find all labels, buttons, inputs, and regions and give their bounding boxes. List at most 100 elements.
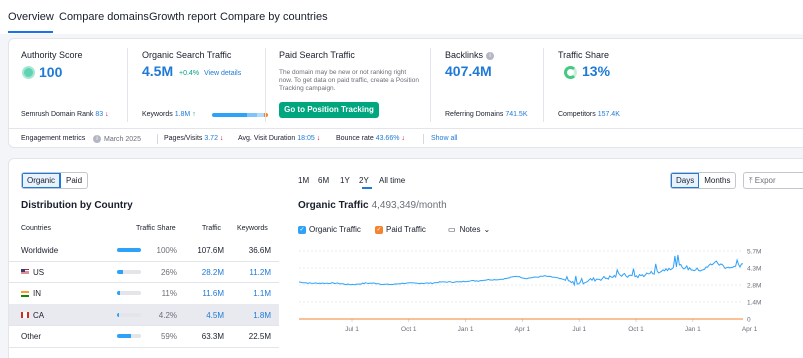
country-name[interactable]: IN (21, 289, 41, 298)
tab-compare-by-countries[interactable]: Compare by countries (220, 11, 328, 23)
view-details-link[interactable]: View details (204, 70, 241, 77)
traffic-value[interactable]: 11.6M (202, 289, 224, 298)
traffic-share-header[interactable]: Traffic Share (136, 225, 176, 232)
metrics-panel: Authority Score 100 Semrush Domain Rank … (8, 38, 803, 148)
paid-traffic-description: The domain may be new or not ranking rig… (279, 69, 419, 92)
divider (423, 134, 424, 144)
x-tick-label: Oct 1 (628, 326, 644, 333)
bounce-trend-icon: ↓ (401, 135, 405, 142)
show-all-link[interactable]: Show all (431, 135, 457, 142)
granularity-toggle: Days Months (670, 172, 737, 189)
tab-growth-report[interactable]: Growth report (149, 11, 216, 23)
traffic-value: 63.3M (201, 332, 224, 341)
info-icon: i (93, 135, 101, 143)
months-button[interactable]: Months (699, 173, 735, 188)
y-tick-label: 1.4M (747, 300, 761, 307)
bounce-rate: Bounce rate 43.66% ↓ (336, 135, 405, 142)
row-divider (9, 346, 279, 348)
days-button[interactable]: Days (671, 173, 700, 188)
engagement-date: i March 2025 (93, 135, 141, 143)
period-1m[interactable]: 1M (298, 176, 309, 185)
table-row[interactable]: Worldwide 100% 107.6M 36.6M (9, 239, 279, 261)
period-1y[interactable]: 1Y (340, 176, 350, 185)
domain-rank-trend-icon: ↓ (105, 111, 109, 118)
tab-overview[interactable]: Overview (8, 11, 54, 23)
paid-traffic-legend-checkbox[interactable]: ✓ Paid Traffic (375, 225, 426, 234)
keywords-value[interactable]: 11.2M (249, 268, 271, 277)
keywords-distribution-bar (212, 113, 268, 117)
keywords-trend-icon: ↑ (192, 111, 196, 118)
traffic-share-value: 100% (156, 246, 177, 255)
keywords-header[interactable]: Keywords (237, 225, 268, 232)
pages-per-visit-value[interactable]: 3.72 (204, 135, 218, 142)
authority-score-icon (22, 66, 35, 79)
organic-traffic-chart: 5.7M 4.3M 2.8M 1.4M 0 Jul 1 Oct 1 Jan 1 Apr 1 Jul… (295, 243, 781, 348)
organic-traffic-chart-title: Organic Traffic 4,493,349/month (298, 200, 447, 211)
period-all-time[interactable]: All time (379, 176, 405, 185)
x-tick-label: Jan 1 (458, 326, 474, 333)
table-row[interactable]: IN 11% 11.6M 1.1M (9, 282, 279, 304)
traffic-panel: Organic Paid Distribution by Country Cou… (8, 158, 803, 358)
traffic-share-value: 26% (160, 267, 177, 277)
keywords-value[interactable]: 1.8M (175, 111, 191, 118)
table-row[interactable]: CA 4.2% 4.5M 1.8M (9, 303, 279, 326)
tab-compare-domains[interactable]: Compare domains (59, 11, 149, 23)
backlinks-value[interactable]: 407.4M (445, 63, 492, 79)
referring-domains-value[interactable]: 741.5K (505, 111, 527, 118)
keywords-value: 22.5M (248, 332, 271, 341)
organic-toggle[interactable]: Organic (22, 173, 62, 188)
traffic-share-value: 59% (160, 332, 177, 341)
competitors-value[interactable]: 157.4K (598, 111, 620, 118)
traffic-share-bar (117, 248, 141, 252)
active-tab-indicator (8, 31, 53, 33)
traffic-value[interactable]: 28.2M (202, 268, 224, 277)
organic-paid-toggle: Organic Paid (21, 172, 89, 189)
x-tick-label: Jul 1 (572, 326, 586, 333)
avg-visit-duration: Avg. Visit Duration 18:05 ↓ (238, 135, 321, 142)
domain-rank-value[interactable]: 83 (95, 111, 103, 118)
table-row[interactable]: Other 59% 63.3M 22.5M (9, 325, 279, 347)
y-tick-label: 4.3M (747, 266, 761, 273)
us-flag-icon (21, 269, 29, 276)
divider (543, 48, 544, 122)
export-button[interactable]: ⤒ Expor (743, 172, 803, 189)
info-icon[interactable]: i (486, 51, 495, 60)
bounce-rate-value[interactable]: 43.66% (376, 135, 400, 142)
period-2y[interactable]: 2Y (359, 176, 369, 185)
y-tick-label: 2.8M (747, 283, 761, 290)
keywords-stat: Keywords 1.8M ↑ (142, 111, 196, 118)
x-tick-label: Jul 1 (345, 326, 359, 333)
notes-dropdown[interactable]: ▭ Notes ⌄ (448, 225, 490, 234)
traffic-share-value[interactable]: 13% (582, 63, 610, 79)
go-to-position-tracking-button[interactable]: Go to Position Tracking (279, 102, 379, 118)
checkbox-checked-icon: ✓ (375, 225, 383, 234)
active-period-indicator (362, 187, 372, 189)
traffic-share-value: 11% (161, 289, 177, 298)
referring-domains: Referring Domains 741.5K (445, 111, 528, 118)
organic-traffic-value[interactable]: 4.5M (142, 63, 173, 79)
keywords-value[interactable]: 1.8M (253, 311, 271, 320)
top-tabs: Overview Compare domains Growth report C… (0, 0, 803, 34)
traffic-share-value: 4.2% (158, 310, 177, 320)
engagement-metrics-row: Engagement metrics i March 2025 Pages/Vis… (9, 130, 803, 148)
country-name[interactable]: CA (21, 311, 44, 320)
paid-traffic-title: Paid Search Traffic (279, 50, 355, 60)
divider (9, 128, 803, 129)
period-6m[interactable]: 6M (318, 176, 329, 185)
country-name: Worldwide (21, 246, 59, 255)
organic-change-value: +0.4% (179, 70, 200, 77)
country-name[interactable]: US (21, 268, 44, 277)
distribution-by-country-title: Distribution by Country (21, 200, 133, 211)
competitors-label: Competitors (558, 111, 596, 118)
table-row[interactable]: US 26% 28.2M 11.2M (9, 261, 279, 283)
traffic-header[interactable]: Traffic (202, 225, 221, 232)
organic-traffic-legend-checkbox[interactable]: ✓ Organic Traffic (298, 225, 361, 234)
chevron-down-icon: ⌄ (483, 225, 491, 234)
keywords-value[interactable]: 1.1M (253, 289, 271, 298)
authority-score-value[interactable]: 100 (39, 64, 62, 80)
avg-visit-duration-value[interactable]: 18:05 (297, 135, 315, 142)
checkbox-checked-icon: ✓ (298, 225, 306, 234)
x-tick-label: Jan 1 (685, 326, 701, 333)
paid-toggle[interactable]: Paid (61, 173, 87, 188)
traffic-value[interactable]: 4.5M (206, 311, 224, 320)
